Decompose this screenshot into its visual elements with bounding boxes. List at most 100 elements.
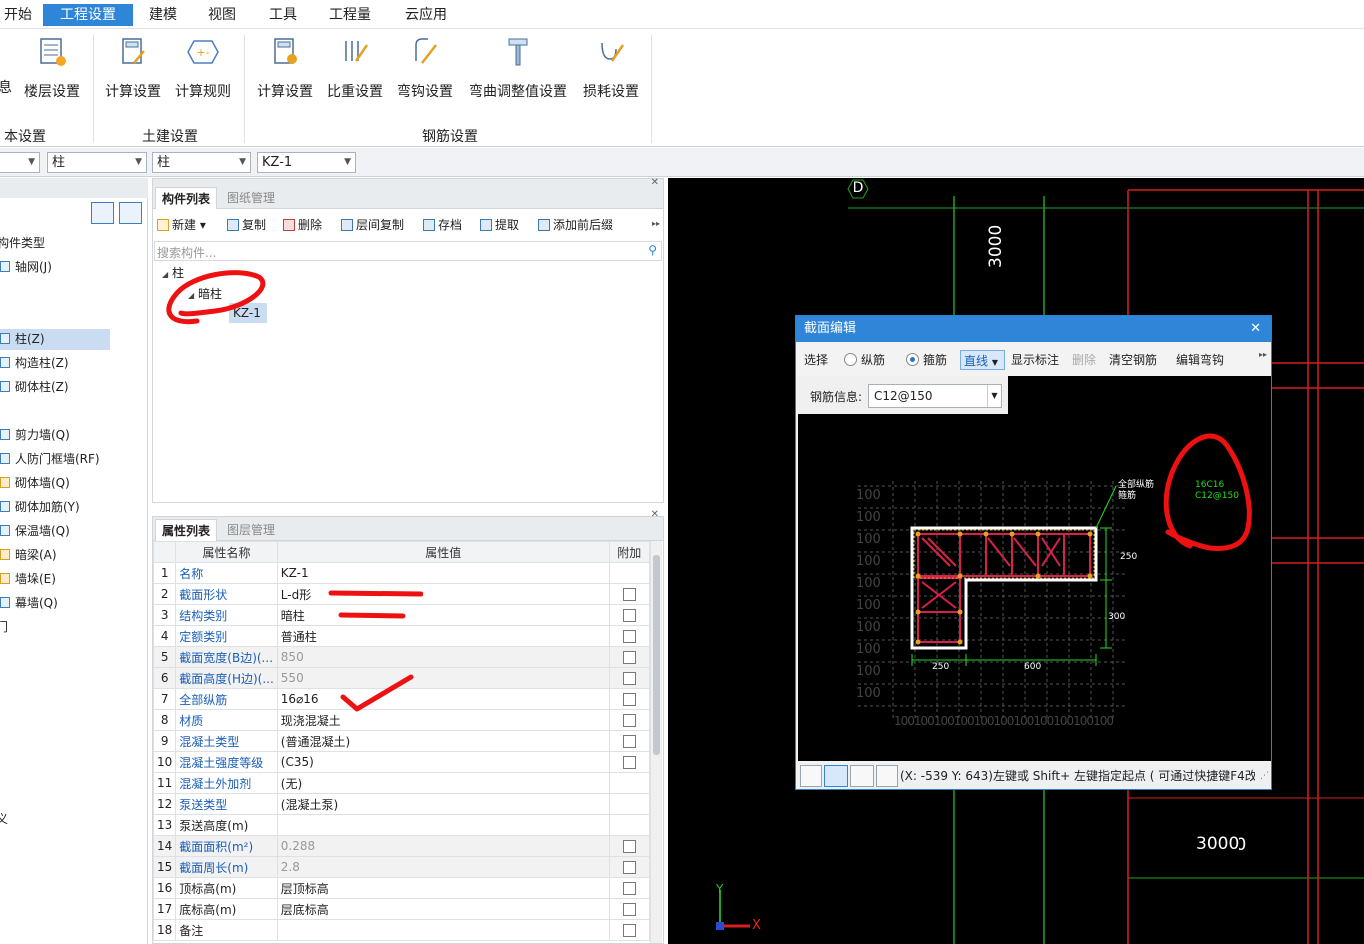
menu-tools[interactable]: 工具 bbox=[263, 4, 303, 26]
civil-calc-settings-button[interactable]: 计算设置 bbox=[102, 33, 164, 101]
nav-item-curtain-wall[interactable]: 幕墙(Q) bbox=[0, 593, 58, 614]
tab-drawing-management[interactable]: 图纸管理 bbox=[221, 187, 281, 209]
density-settings-button[interactable]: 比重设置 bbox=[323, 33, 387, 101]
bend-adjust-settings-button[interactable]: 弯曲调整值设置 bbox=[465, 33, 571, 101]
nav-item-civil-defense-wall[interactable]: 人防门框墙(RF) bbox=[0, 449, 100, 470]
extra-checkbox[interactable] bbox=[622, 735, 636, 748]
property-name: 泵送类型 bbox=[175, 793, 278, 815]
tab-property-list[interactable]: 属性列表 bbox=[155, 519, 218, 541]
nav-item-door[interactable]: 门 bbox=[0, 617, 8, 638]
show-dimension-button[interactable]: 显示标注 bbox=[1011, 350, 1059, 370]
nav-item-masonry-column[interactable]: 砌体柱(Z) bbox=[0, 377, 69, 398]
tab-layer-management[interactable]: 图层管理 bbox=[221, 519, 281, 541]
extra-checkbox[interactable] bbox=[622, 693, 636, 706]
extra-checkbox[interactable] bbox=[622, 903, 636, 916]
menu-cloud[interactable]: 云应用 bbox=[398, 4, 454, 26]
table-row[interactable]: 11 混凝土外加剂 (无) bbox=[152, 772, 650, 794]
nav-item-insulation-wall[interactable]: 保温墙(Q) bbox=[0, 521, 70, 542]
nav-item-label: 构造柱(Z) bbox=[15, 356, 69, 370]
longitudinal-rebar-radio[interactable]: 纵筋 bbox=[844, 350, 885, 370]
table-row[interactable]: 10 混凝土强度等级 (C35) bbox=[152, 751, 650, 773]
component-search-field[interactable]: 搜索构件... ⚲ bbox=[154, 241, 662, 261]
new-button[interactable]: 新建 ▾ bbox=[157, 215, 206, 235]
extra-checkbox[interactable] bbox=[622, 630, 636, 643]
list-view-icon[interactable] bbox=[91, 202, 114, 224]
table-row[interactable]: 14 截面面积(m²) 0.288 bbox=[152, 835, 650, 857]
table-row[interactable]: 13 泵送高度(m) bbox=[152, 814, 650, 836]
extra-checkbox[interactable] bbox=[622, 882, 636, 895]
add-point-icon[interactable] bbox=[876, 765, 898, 787]
loss-settings-button[interactable]: 损耗设置 bbox=[579, 33, 643, 101]
category-combo[interactable]: 柱 ▼ bbox=[47, 152, 147, 173]
property-scrollbar[interactable] bbox=[650, 541, 662, 943]
extra-checkbox[interactable] bbox=[622, 756, 636, 769]
extra-checkbox[interactable] bbox=[622, 924, 636, 937]
stirrup-radio[interactable]: 箍筋 bbox=[906, 350, 947, 370]
menu-start[interactable]: 开始 bbox=[0, 4, 36, 26]
more-icon[interactable]: ▸▸ bbox=[1259, 350, 1267, 359]
type-combo[interactable]: 柱 ▼ bbox=[152, 152, 251, 173]
nav-item-wall-pier[interactable]: 墙垛(E) bbox=[0, 569, 56, 590]
copy-button[interactable]: 复制 bbox=[227, 215, 266, 235]
section-canvas[interactable]: 钢筋信息: C12@150 ▼ 100 100 100 100 100 100 … bbox=[798, 376, 1271, 761]
nav-item-constructional-column[interactable]: 构造柱(Z) bbox=[0, 353, 69, 374]
clear-rebar-button[interactable]: 清空钢筋 bbox=[1109, 350, 1157, 370]
table-row[interactable]: 18 备注 bbox=[152, 919, 650, 941]
delete-button[interactable]: 删除 bbox=[283, 215, 322, 235]
property-name: 截面周长(m) bbox=[175, 856, 278, 878]
ribbon-info-button[interactable]: 息 bbox=[0, 33, 14, 97]
edit-hook-button[interactable]: 编辑弯钩 bbox=[1176, 350, 1224, 370]
nav-item-masonry-rebar[interactable]: 砌体加筋(Y) bbox=[0, 497, 80, 518]
nav-item-hidden-beam[interactable]: 暗梁(A) bbox=[0, 545, 57, 566]
ortho-mode-icon[interactable] bbox=[800, 765, 822, 787]
extract-button[interactable]: 提取 bbox=[480, 215, 519, 235]
tab-component-list[interactable]: 构件列表 bbox=[155, 187, 218, 209]
nav-item-custom[interactable]: 义 bbox=[0, 809, 8, 830]
delete-rebar-button[interactable]: 删除 bbox=[1072, 350, 1096, 370]
menu-modeling[interactable]: 建模 bbox=[143, 4, 183, 26]
extra-checkbox[interactable] bbox=[622, 861, 636, 874]
table-row[interactable]: 4 定额类别 普通柱 bbox=[152, 625, 650, 647]
extra-checkbox[interactable] bbox=[622, 840, 636, 853]
more-icon[interactable]: ▸▸ bbox=[652, 219, 660, 228]
table-row[interactable]: 15 截面周长(m) 2.8 bbox=[152, 856, 650, 878]
table-row[interactable]: 17 底标高(m) 层底标高 bbox=[152, 898, 650, 920]
extra-checkbox[interactable] bbox=[622, 651, 636, 664]
table-row[interactable]: 12 泵送类型 (混凝土泵) bbox=[152, 793, 650, 815]
line-snap-icon[interactable] bbox=[824, 765, 848, 787]
extra-checkbox[interactable] bbox=[622, 609, 636, 622]
add-prefix-button[interactable]: 添加前后缀 bbox=[538, 215, 613, 235]
table-row[interactable]: 9 混凝土类型 (普通混凝土) bbox=[152, 730, 650, 752]
line-mode-dropdown[interactable]: 直线 ▼ bbox=[960, 350, 1005, 370]
civil-calc-rules-button[interactable]: +- 计算规则 bbox=[172, 33, 234, 101]
resize-grip-icon[interactable]: ⋰ bbox=[1260, 763, 1269, 789]
close-icon[interactable]: ✕ bbox=[651, 509, 659, 520]
menu-project-settings[interactable]: 工程设置 bbox=[43, 4, 133, 26]
rebar-calc-settings-button[interactable]: 计算设置 bbox=[253, 33, 317, 101]
card-view-icon[interactable] bbox=[119, 202, 142, 224]
nav-item-column[interactable]: 柱(Z) bbox=[0, 329, 110, 350]
menu-quantities[interactable]: 工程量 bbox=[324, 4, 376, 26]
extra-checkbox[interactable] bbox=[622, 672, 636, 685]
hook-settings-button[interactable]: 弯钩设置 bbox=[393, 33, 457, 101]
perpendicular-icon[interactable] bbox=[850, 765, 874, 787]
extra-checkbox[interactable] bbox=[622, 714, 636, 727]
component-combo[interactable]: KZ-1 ▼ bbox=[257, 152, 356, 173]
nav-item-shear-wall[interactable]: 剪力墙(Q) bbox=[0, 425, 70, 446]
floor-copy-icon bbox=[341, 219, 353, 231]
nav-item-axis[interactable]: 轴网(J) bbox=[0, 257, 52, 278]
extra-checkbox[interactable] bbox=[622, 588, 636, 601]
select-tool-button[interactable]: 选择 bbox=[804, 350, 828, 370]
table-row[interactable]: 5 截面宽度(B边)(... 850 bbox=[152, 646, 650, 668]
floor-settings-button[interactable]: 楼层设置 bbox=[20, 33, 84, 101]
close-icon[interactable]: ✕ bbox=[1250, 316, 1261, 342]
floor-combo[interactable]: ▼ bbox=[0, 152, 40, 173]
search-icon[interactable]: ⚲ bbox=[648, 243, 657, 257]
nav-item-masonry-wall[interactable]: 砌体墙(Q) bbox=[0, 473, 70, 494]
table-row[interactable]: 16 顶标高(m) 层顶标高 bbox=[152, 877, 650, 899]
menu-view[interactable]: 视图 bbox=[202, 4, 242, 26]
scrollbar-thumb[interactable] bbox=[653, 555, 660, 755]
close-icon[interactable]: ✕ bbox=[651, 177, 659, 188]
floor-copy-button[interactable]: 层间复制 bbox=[341, 215, 404, 235]
save-button[interactable]: 存档 bbox=[423, 215, 462, 235]
